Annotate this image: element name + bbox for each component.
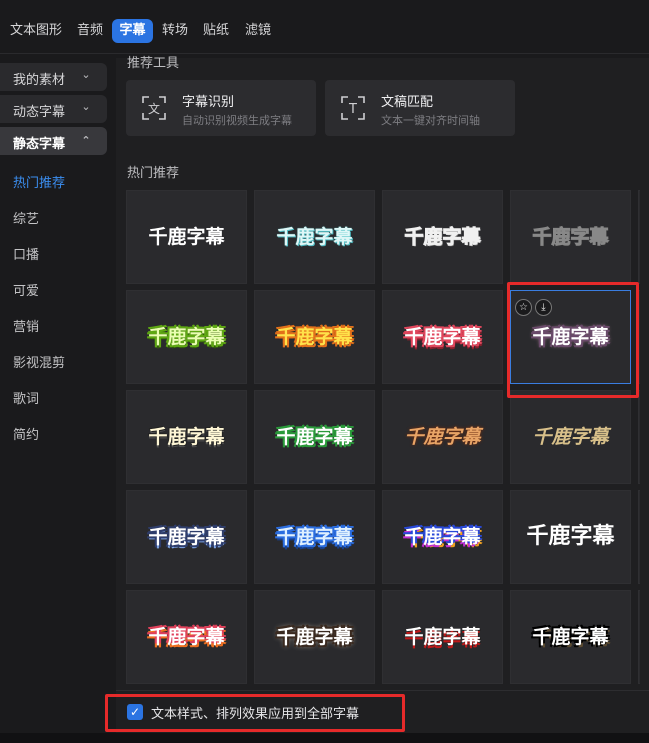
subtitle-style-card[interactable]: 千鹿字幕: [254, 190, 375, 284]
sidebar-item-lyrics[interactable]: 歌词: [13, 388, 39, 407]
subtitle-style-card[interactable]: 千鹿字幕: [510, 190, 631, 284]
sidebar-group-label: 静态字幕: [13, 137, 66, 152]
tool-desc: 自动识别视频生成字幕: [182, 114, 292, 127]
subtitle-style-preview: 千鹿字幕: [148, 626, 225, 648]
chevron-up-icon: ⌃: [81, 134, 91, 147]
tab-transitions[interactable]: 转场: [158, 19, 192, 43]
subtitle-style-preview: 千鹿字幕: [148, 526, 225, 548]
subtitle-style-preview: 千鹿字幕: [404, 426, 481, 448]
sidebar-item-marketing[interactable]: 营销: [13, 316, 39, 335]
sidebar-group-label: 动态字幕: [13, 105, 66, 120]
script-match-icon: T: [341, 96, 365, 120]
subtitle-style-preview: 千鹿字幕: [148, 326, 225, 348]
subtitle-style-grid: 千鹿字幕 千鹿字幕 千鹿字幕 千鹿字幕 千鹿字幕 千鹿字幕 千鹿字幕 ☆ ⤓ 千鹿字幕 千鹿字幕 千鹿…: [126, 190, 649, 690]
tab-audio[interactable]: 音频: [73, 19, 107, 43]
subtitle-style-preview: 千鹿字幕: [404, 226, 481, 249]
subtitle-style-preview: 千鹿字幕: [148, 226, 225, 248]
tab-stickers[interactable]: 贴纸: [199, 19, 233, 43]
subtitle-style-card[interactable]: 千鹿字幕: [126, 190, 247, 284]
subtitle-style-card[interactable]: 千鹿字幕: [254, 490, 375, 584]
svg-text:T: T: [348, 102, 357, 117]
subtitle-style-preview: 千鹿字幕: [276, 626, 353, 648]
tab-filters[interactable]: 滤镜: [241, 19, 275, 43]
subtitle-style-card[interactable]: 千鹿字幕: [382, 290, 503, 384]
subtitle-style-preview: 千鹿字幕: [404, 526, 481, 548]
subtitle-style-card[interactable]: 千鹿字幕: [382, 390, 503, 484]
highlight-apply-all: [105, 694, 405, 732]
tool-desc: 文本一键对齐时间轴: [381, 114, 480, 127]
subtitle-style-preview: 千鹿字幕: [532, 426, 609, 448]
tab-text-graphics[interactable]: 文本图形: [6, 19, 66, 43]
highlight-selected-style: [507, 282, 639, 398]
subtitle-style-card[interactable]: 千鹿字幕: [510, 390, 631, 484]
subtitle-style-preview: 千鹿字幕: [404, 326, 481, 348]
chevron-down-icon: ⌄: [81, 100, 91, 113]
subtitle-style-preview: 千鹿字幕: [404, 626, 481, 648]
subtitle-style-card[interactable]: 千鹿字幕: [126, 390, 247, 484]
sidebar-group-my-assets[interactable]: 我的素材 ⌄: [0, 63, 107, 91]
subtitle-style-card[interactable]: 千鹿字幕: [510, 590, 631, 684]
sidebar-item-minimal[interactable]: 简约: [13, 424, 39, 443]
sidebar-item-talk[interactable]: 口播: [13, 244, 39, 263]
tool-card-subtitle-recognition[interactable]: 文 字幕识别 自动识别视频生成字幕: [126, 80, 316, 136]
subtitle-style-preview: 千鹿字幕: [276, 326, 353, 348]
subtitle-style-preview: 千鹿字幕: [532, 226, 609, 249]
sidebar-item-film-mix[interactable]: 影视混剪: [13, 352, 65, 371]
subtitle-style-preview: 千鹿字幕: [532, 626, 609, 648]
subtitle-style-card[interactable]: 千鹿字幕: [382, 590, 503, 684]
svg-text:文: 文: [148, 101, 160, 116]
hot-section-title: 热门推荐: [127, 166, 180, 181]
chevron-down-icon: ⌄: [81, 68, 91, 81]
subtitle-style-preview: 千鹿字幕: [276, 526, 353, 548]
tool-card-script-match[interactable]: T 文稿匹配 文本一键对齐时间轴: [325, 80, 515, 136]
subtitle-style-card[interactable]: 千鹿字幕: [126, 490, 247, 584]
top-divider: [0, 53, 649, 54]
sidebar-item-variety[interactable]: 综艺: [13, 208, 39, 227]
grid-scrollbar[interactable]: [640, 190, 649, 690]
subtitle-style-card[interactable]: 千鹿字幕: [254, 590, 375, 684]
tools-section-title: 推荐工具: [127, 56, 180, 71]
tab-subtitles[interactable]: 字幕: [112, 19, 153, 43]
sidebar-group-label: 我的素材: [13, 73, 66, 88]
subtitle-style-card[interactable]: 千鹿字幕: [254, 290, 375, 384]
subtitle-recognition-icon: 文: [142, 96, 166, 120]
subtitle-style-card[interactable]: 千鹿字幕: [382, 490, 503, 584]
subtitle-style-card[interactable]: 千鹿字幕: [382, 190, 503, 284]
subtitle-style-preview: 千鹿字幕: [148, 426, 225, 448]
subtitle-style-preview: 千鹿字幕: [276, 426, 353, 448]
subtitle-style-card[interactable]: 千鹿字幕: [126, 290, 247, 384]
top-tab-bar: 文本图形 音频 字幕 转场 贴纸 滤镜: [0, 0, 649, 58]
sidebar-group-dynamic-subtitles[interactable]: 动态字幕 ⌄: [0, 95, 107, 123]
tool-name: 字幕识别: [182, 95, 235, 110]
sidebar-group-static-subtitles[interactable]: 静态字幕 ⌃: [0, 127, 107, 155]
subtitle-style-card[interactable]: 千鹿字幕: [254, 390, 375, 484]
sidebar: 我的素材 ⌄ 动态字幕 ⌄ 静态字幕 ⌃ 热门推荐 综艺 口播 可爱 营销 影视…: [0, 58, 116, 743]
subtitle-style-preview: 千鹿字幕: [526, 524, 615, 549]
subtitle-style-card[interactable]: 千鹿字幕: [126, 590, 247, 684]
sidebar-item-hot[interactable]: 热门推荐: [13, 172, 65, 191]
tool-name: 文稿匹配: [381, 95, 434, 110]
subtitle-style-preview: 千鹿字幕: [276, 226, 353, 248]
subtitle-style-card[interactable]: 千鹿字幕: [510, 490, 631, 584]
main-panel: 推荐工具 文 字幕识别 自动识别视频生成字幕 T 文稿匹配 文本一键对齐时间轴 …: [116, 56, 649, 743]
bottom-strip: [0, 733, 649, 743]
sidebar-item-cute[interactable]: 可爱: [13, 280, 39, 299]
